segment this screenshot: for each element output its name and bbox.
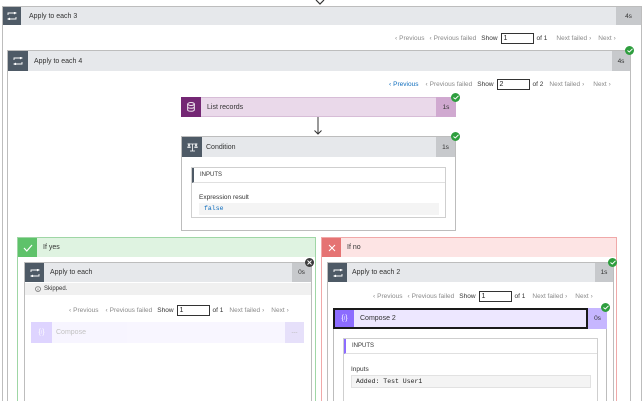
show-label: Show [459, 293, 476, 300]
chevron-left-icon: ‹ [373, 293, 376, 300]
compose-2-title: Compose 2 [360, 315, 396, 322]
success-check-icon [451, 93, 460, 102]
next-link[interactable]: Next [593, 81, 606, 88]
inputs-field-value: Added: Test User1 [351, 375, 591, 388]
apply-to-each-4-header[interactable]: Apply to each 4 [8, 51, 630, 71]
inputs-field-label: Inputs [351, 366, 369, 373]
show-label: Show [477, 81, 494, 88]
chevron-right-icon: › [262, 307, 265, 314]
expression-result-label: Expression result [199, 194, 249, 201]
chevron-right-icon: › [565, 293, 568, 300]
chevron-right-icon: › [613, 35, 616, 42]
previous-link[interactable]: Previous [399, 35, 424, 42]
apply-to-each-3-duration: 4s [616, 7, 641, 25]
next-link[interactable]: Next [575, 293, 588, 300]
previous-failed-link[interactable]: Previous failed [110, 307, 153, 314]
connector-arrow [314, 117, 322, 135]
inputs-heading: INPUTS [344, 339, 597, 354]
skipped-text: Skipped. [44, 286, 68, 292]
success-check-icon [608, 258, 617, 267]
success-check-icon [601, 303, 610, 312]
apply-to-each-3-title: Apply to each 3 [29, 12, 78, 20]
chevron-left-icon: ‹ [105, 307, 108, 314]
iteration-input[interactable]: 1 [478, 291, 512, 302]
apply-to-each-header[interactable]: Apply to each [25, 263, 311, 282]
chevron-left-icon: ‹ [69, 307, 72, 314]
chevron-left-icon: ‹ [425, 81, 428, 88]
compose-2-header[interactable]: {/} Compose 2 [333, 308, 588, 329]
skipped-status-icon [305, 258, 314, 267]
condition-title: Condition [206, 143, 236, 151]
apply-to-each-title: Apply to each [50, 269, 93, 276]
list-records-card[interactable]: List records [181, 97, 456, 117]
previous-link[interactable]: Previous [73, 307, 98, 314]
if-no-title: If no [347, 244, 361, 251]
iteration-count: of 1 [212, 307, 224, 314]
pager-apply-to-each-3: ‹ Previous ‹ Previous failed Show 1 of 1… [395, 33, 616, 44]
pager-apply-to-each-2: ‹ Previous ‹ Previous failed Show 1 of 1… [373, 291, 593, 302]
compose-2-inputs-panel: INPUTS Inputs Added: Test User1 [343, 338, 598, 401]
apply-to-each-3-header[interactable]: Apply to each 3 [3, 7, 641, 25]
chevron-left-icon: ‹ [407, 293, 410, 300]
iteration-input[interactable]: 1 [500, 33, 534, 44]
compose-icon: {/} [335, 310, 354, 327]
close-icon [322, 238, 341, 257]
condition-inputs-panel: INPUTS Expression result false [191, 167, 446, 218]
compose-title: Compose [56, 329, 86, 336]
next-failed-link[interactable]: Next failed [556, 35, 587, 42]
if-yes-header[interactable]: If yes [18, 238, 315, 257]
chevron-left-icon: ‹ [429, 35, 432, 42]
loop-icon [25, 263, 44, 282]
skipped-banner: Skipped. [25, 283, 311, 295]
compose-icon: {/} [31, 322, 52, 343]
loop-icon [8, 51, 28, 71]
pager-apply-to-each-4: ‹ Previous ‹ Previous failed Show 2 of 2… [389, 79, 611, 90]
iteration-input[interactable]: 2 [496, 79, 530, 90]
chevron-right-icon: › [608, 81, 611, 88]
checkmark-icon [18, 238, 37, 257]
chevron-right-icon: › [582, 81, 585, 88]
if-no-header[interactable]: If no [322, 238, 616, 257]
apply-to-each-2-title: Apply to each 2 [352, 269, 401, 276]
expression-result-value: false [199, 203, 439, 215]
compose-skipped-card[interactable]: {/} Compose [31, 322, 304, 343]
if-yes-title: If yes [43, 244, 60, 251]
show-label: Show [157, 307, 174, 314]
chevron-left-icon: ‹ [395, 35, 398, 42]
previous-failed-link[interactable]: Previous failed [434, 35, 477, 42]
iteration-count: of 2 [532, 81, 544, 88]
chevron-right-icon: › [286, 307, 289, 314]
next-link[interactable]: Next [271, 307, 284, 314]
pager-apply-to-each: ‹ Previous ‹ Previous failed Show 1 of 1… [69, 305, 289, 316]
show-label: Show [481, 35, 498, 42]
info-icon [35, 286, 41, 292]
apply-to-each-2-header[interactable]: Apply to each 2 [328, 263, 613, 282]
previous-failed-link[interactable]: Previous failed [430, 81, 473, 88]
list-records-title: List records [207, 103, 244, 111]
iteration-input[interactable]: 1 [176, 305, 210, 316]
next-failed-link[interactable]: Next failed [549, 81, 580, 88]
inputs-heading: INPUTS [192, 168, 445, 183]
iteration-count: of 1 [536, 35, 548, 42]
next-link[interactable]: Next [598, 35, 611, 42]
next-failed-link[interactable]: Next failed [532, 293, 563, 300]
loop-icon [328, 263, 347, 282]
previous-failed-link[interactable]: Previous failed [412, 293, 455, 300]
chevron-left-icon: ‹ [389, 81, 392, 88]
apply-to-each-4-title: Apply to each 4 [34, 57, 83, 65]
success-check-icon [625, 46, 634, 55]
previous-link[interactable]: Previous [393, 81, 418, 88]
condition-header[interactable]: Condition [182, 137, 455, 157]
chevron-right-icon: › [590, 293, 593, 300]
loop-icon [3, 7, 21, 25]
success-check-icon [451, 132, 460, 141]
chevron-right-icon: › [589, 35, 592, 42]
previous-link[interactable]: Previous [377, 293, 402, 300]
iteration-count: of 1 [514, 293, 526, 300]
database-icon [181, 97, 201, 117]
compose-duration: --- [285, 322, 304, 343]
condition-icon [182, 137, 202, 157]
next-failed-link[interactable]: Next failed [229, 307, 260, 314]
